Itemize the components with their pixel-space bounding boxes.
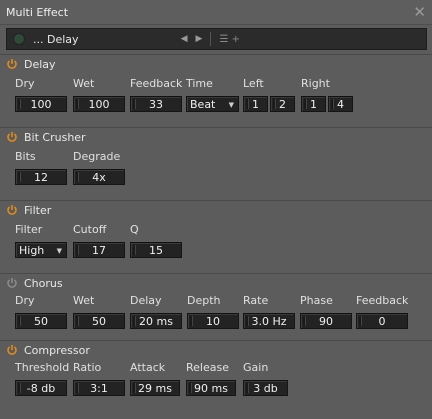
chorus-dry-label: Dry (15, 294, 35, 307)
ratio-label: Ratio (73, 361, 102, 374)
chorus-rate-field[interactable]: 3.0 Hz (243, 313, 295, 329)
chorus-section: Chorus Dry Wet Delay Depth Rate Phase Fe… (0, 273, 432, 340)
chorus-wet-field[interactable]: 50 (73, 313, 125, 329)
close-icon[interactable]: ✕ (413, 4, 426, 20)
preset-bar: ... Delay ◀ ▶ ☰ + (6, 28, 427, 50)
title-bar: Multi Effect ✕ (0, 0, 432, 25)
filter-type-dropdown[interactable]: High ▼ (15, 242, 67, 258)
preset-name[interactable]: ... Delay (33, 33, 177, 46)
compressor-title: Compressor (24, 343, 90, 357)
chevron-down-icon: ▼ (56, 247, 62, 255)
q-field[interactable]: 15 (130, 242, 182, 258)
window-title: Multi Effect (6, 5, 69, 19)
left-label: Left (243, 77, 264, 90)
release-label: Release (186, 361, 229, 374)
ratio-field[interactable]: 3:1 (73, 380, 125, 396)
compressor-section: Compressor Threshold Ratio Attack Releas… (0, 340, 432, 410)
filter-type-label: Filter (15, 223, 43, 236)
delay-time-value: Beat (190, 98, 216, 111)
degrade-field[interactable]: 4x (73, 169, 125, 185)
preset-menu-icon[interactable]: ☰ + (215, 34, 246, 45)
gain-field[interactable]: 3 db (243, 380, 288, 396)
chorus-phase-field[interactable]: 90 (300, 313, 352, 329)
chorus-depth-label: Depth (187, 294, 221, 307)
chorus-delay-label: Delay (130, 294, 162, 307)
chorus-rate-label: Rate (243, 294, 269, 307)
delay-dry-field[interactable]: 100 (15, 96, 67, 112)
delay-section: Delay Dry Wet Feedback Time Left Right 1… (0, 54, 432, 127)
chorus-wet-label: Wet (73, 294, 95, 307)
delay-left-numerator[interactable]: 1 (243, 96, 268, 112)
bits-label: Bits (15, 150, 36, 163)
chorus-delay-field[interactable]: 20 ms (130, 313, 182, 329)
chorus-title: Chorus (24, 276, 63, 290)
gain-label: Gain (243, 361, 269, 374)
right-label: Right (301, 77, 330, 90)
delay-time-dropdown[interactable]: Beat ▼ (186, 96, 239, 112)
power-icon[interactable] (6, 344, 18, 356)
filter-type-value: High (19, 244, 45, 257)
wet-label: Wet (73, 77, 95, 90)
divider (210, 32, 212, 46)
threshold-field[interactable]: -8 db (15, 380, 67, 396)
attack-field[interactable]: 29 ms (130, 380, 180, 396)
chorus-feedback-label: Feedback (356, 294, 409, 307)
bits-field[interactable]: 12 (15, 169, 67, 185)
chevron-down-icon: ▼ (228, 101, 234, 109)
q-label: Q (130, 223, 139, 236)
cutoff-label: Cutoff (73, 223, 107, 236)
power-icon[interactable] (6, 131, 18, 143)
delay-left-denominator[interactable]: 2 (270, 96, 295, 112)
preset-next-icon[interactable]: ▶ (192, 34, 207, 44)
time-label: Time (186, 77, 213, 90)
degrade-label: Degrade (73, 150, 121, 163)
delay-feedback-field[interactable]: 33 (130, 96, 182, 112)
threshold-label: Threshold (15, 361, 70, 374)
delay-title: Delay (24, 57, 56, 71)
filter-section: Filter Filter Cutoff Q High ▼ 17 15 (0, 200, 432, 273)
power-icon[interactable] (6, 204, 18, 216)
delay-right-denominator[interactable]: 4 (328, 96, 353, 112)
multi-effect-window: Multi Effect ✕ ... Delay ◀ ▶ ☰ + Delay D… (0, 0, 432, 419)
cutoff-field[interactable]: 17 (73, 242, 125, 258)
bitcrusher-section: Bit Crusher Bits Degrade 12 4x (0, 127, 432, 200)
power-icon[interactable] (6, 58, 18, 70)
release-field[interactable]: 90 ms (186, 380, 236, 396)
preset-prev-icon[interactable]: ◀ (177, 34, 192, 44)
preset-indicator-icon (13, 33, 25, 45)
delay-wet-field[interactable]: 100 (73, 96, 125, 112)
chorus-depth-field[interactable]: 10 (187, 313, 239, 329)
filter-title: Filter (24, 203, 52, 217)
dry-label: Dry (15, 77, 35, 90)
power-icon[interactable] (6, 277, 18, 289)
chorus-feedback-field[interactable]: 0 (356, 313, 408, 329)
delay-right-numerator[interactable]: 1 (301, 96, 326, 112)
chorus-phase-label: Phase (300, 294, 333, 307)
feedback-label: Feedback (130, 77, 183, 90)
bitcrusher-title: Bit Crusher (24, 130, 86, 144)
attack-label: Attack (130, 361, 166, 374)
chorus-dry-field[interactable]: 50 (15, 313, 67, 329)
